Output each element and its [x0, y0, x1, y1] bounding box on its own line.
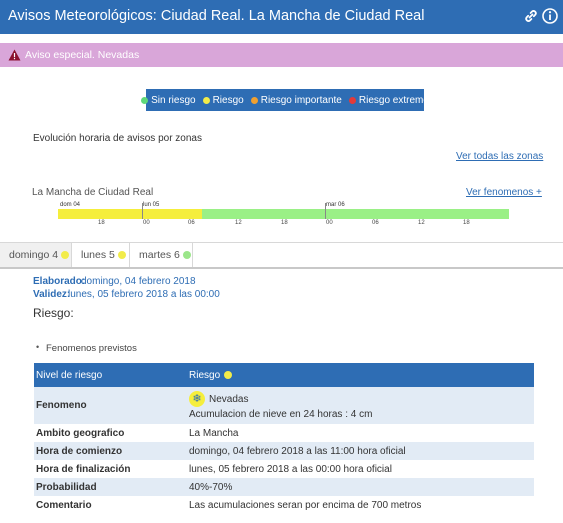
table-row: Hora de finalización lunes, 05 febrero 2… — [34, 460, 534, 478]
window-header: Avisos Meteorológicos: Ciudad Real. La M… — [0, 0, 563, 34]
warning-icon — [8, 48, 21, 66]
tick-label: 12 — [418, 220, 425, 226]
table-row: Fenomeno ❄ Nevadas Acumulacion de nieve … — [34, 387, 534, 424]
elaborado-value: domingo, 04 febrero 2018 — [81, 276, 196, 287]
risk-heading: Riesgo: — [33, 306, 74, 320]
info-icon[interactable] — [541, 7, 559, 25]
bullet: • — [36, 342, 40, 352]
see-all-zones-link[interactable]: Ver todas las zonas — [456, 151, 543, 162]
timeline-safe-segment — [202, 209, 509, 219]
tab-lunes[interactable]: lunes 5 — [72, 243, 130, 267]
row-value: ❄ Nevadas Acumulacion de nieve en 24 hor… — [189, 387, 534, 424]
day-divider — [142, 203, 143, 219]
timeline-risk-segment — [58, 209, 202, 219]
tick-label: 00 — [143, 220, 150, 226]
evolution-title: Evolución horaria de avisos por zonas — [33, 133, 202, 144]
snowflake-icon: ❄ — [189, 391, 205, 407]
day-label: mar 06 — [326, 202, 345, 208]
table-row: Ambito geografico La Mancha — [34, 424, 534, 442]
tab-risk-dot — [117, 251, 126, 259]
table-row: Comentario Las acumulaciones seran por e… — [34, 496, 534, 514]
tick-label: 18 — [98, 220, 105, 226]
warning-details-table: Nivel de riesgo Riesgo Fenomeno ❄ Nevada… — [34, 363, 534, 514]
tab-label: martes 6 — [139, 249, 180, 261]
legend-label: Sin riesgo — [151, 94, 196, 106]
row-value: domingo, 04 febrero 2018 a las 11:00 hor… — [189, 442, 534, 460]
phenomenon-name: Nevadas — [209, 393, 249, 405]
row-key: Fenomeno — [34, 387, 189, 424]
legend-label: Riesgo extremo — [358, 94, 429, 106]
tick-label: 18 — [281, 220, 288, 226]
elaborado-label: Elaborado: — [33, 276, 86, 287]
row-key: Comentario — [34, 496, 189, 514]
validez-label: Validez: — [33, 289, 71, 300]
legend-dot — [250, 96, 258, 104]
row-value: 40%-70% — [189, 478, 534, 496]
special-warning-banner: Aviso especial. Nevadas — [0, 43, 563, 67]
risk-level-dot — [223, 370, 232, 379]
timeline-bar — [58, 203, 509, 219]
day-label: dom 04 — [60, 202, 81, 208]
table-row: Probabilidad 40%-70% — [34, 478, 534, 496]
risk-legend: Sin riesgo Riesgo Riesgo importante Ries… — [141, 89, 429, 111]
phenomenon-description: Acumulacion de nieve en 24 horas : 4 cm — [189, 409, 373, 420]
day-label: lun 05 — [143, 202, 160, 208]
row-key: Hora de comienzo — [34, 442, 189, 460]
tick-label: 12 — [235, 220, 242, 226]
tab-label: lunes 5 — [81, 249, 115, 261]
tick-label: 18 — [463, 220, 470, 226]
legend-item-riesgo-extremo: Riesgo extremo — [348, 94, 429, 106]
day-tabs: domingo 4 lunes 5 martes 6 — [0, 242, 563, 269]
see-phenomena-link[interactable]: Ver fenomenos + — [466, 187, 542, 198]
legend-item-riesgo-importante: Riesgo importante — [250, 94, 342, 106]
tab-risk-dot — [182, 251, 191, 259]
row-value: Las acumulaciones seran por encima de 70… — [189, 496, 534, 514]
legend-label: Riesgo importante — [260, 94, 342, 106]
page-title: Avisos Meteorológicos: Ciudad Real. La M… — [8, 8, 425, 24]
tab-risk-dot — [61, 251, 70, 259]
legend-label: Riesgo — [212, 94, 244, 106]
tab-label: domingo 4 — [9, 249, 59, 261]
table-header-row: Nivel de riesgo Riesgo — [34, 363, 534, 387]
row-value: La Mancha — [189, 424, 534, 442]
validez-value: lunes, 05 febrero 2018 a las 00:00 — [68, 289, 220, 300]
legend-item-sin-riesgo: Sin riesgo — [141, 94, 196, 106]
link-icon[interactable] — [522, 7, 540, 25]
row-value: lunes, 05 febrero 2018 a las 00:00 hora … — [189, 460, 534, 478]
risk-column-label: Riesgo — [189, 369, 221, 381]
tick-label: 06 — [372, 220, 379, 226]
legend-dot — [202, 96, 210, 104]
tick-label: 00 — [326, 220, 333, 226]
legend-item-riesgo: Riesgo — [202, 94, 244, 106]
row-key: Ambito geografico — [34, 424, 189, 442]
tab-martes[interactable]: martes 6 — [130, 243, 193, 267]
banner-text: Aviso especial. Nevadas — [25, 49, 140, 61]
column-header: Riesgo — [189, 363, 534, 387]
column-header: Nivel de riesgo — [34, 363, 189, 387]
tick-label: 06 — [188, 220, 195, 226]
day-divider — [325, 203, 326, 219]
row-key: Probabilidad — [34, 478, 189, 496]
table-row: Hora de comienzo domingo, 04 febrero 201… — [34, 442, 534, 460]
zone-name: La Mancha de Ciudad Real — [32, 187, 154, 198]
row-key: Hora de finalización — [34, 460, 189, 478]
legend-dot — [141, 96, 149, 104]
phenomena-heading: Fenomenos previstos — [46, 343, 137, 354]
tab-domingo[interactable]: domingo 4 — [0, 243, 72, 267]
legend-dot — [348, 96, 356, 104]
